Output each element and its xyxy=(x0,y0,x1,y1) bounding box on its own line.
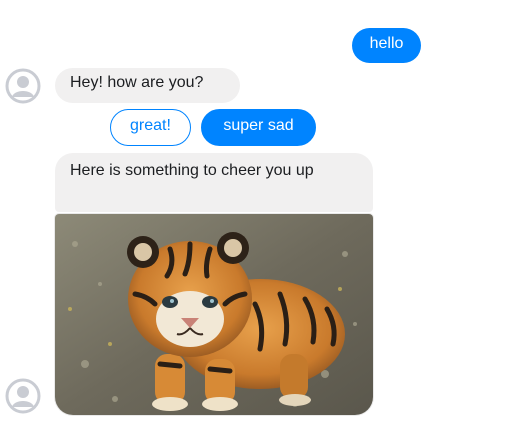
user-avatar-icon[interactable] xyxy=(5,68,41,104)
outgoing-message-text: hello xyxy=(369,34,404,52)
user-avatar-icon[interactable] xyxy=(5,378,41,414)
outgoing-message-bubble: hello xyxy=(352,28,421,63)
incoming-message-text: Here is something to cheer you up xyxy=(70,162,314,179)
quick-reply-super-sad-button[interactable]: super sad xyxy=(201,109,316,146)
incoming-message-text: Hey! how are you? xyxy=(70,74,204,91)
quick-reply-great-button[interactable]: great! xyxy=(110,109,191,146)
incoming-message-bubble: Here is something to cheer you up xyxy=(55,153,373,212)
incoming-message-bubble: Hey! how are you? xyxy=(55,68,240,103)
tiger-cub-photo[interactable] xyxy=(55,214,373,415)
chat-thread: hello Hey! how are you? great! super sad… xyxy=(0,0,528,447)
